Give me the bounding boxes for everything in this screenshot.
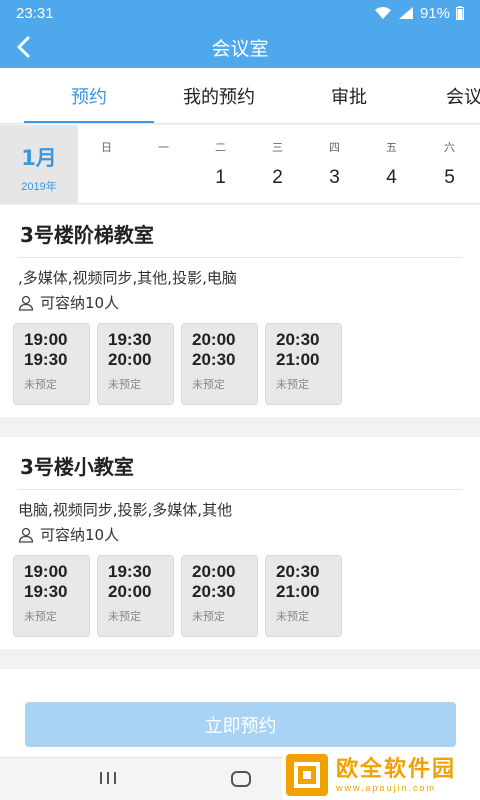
wifi-icon: [374, 6, 392, 20]
weekday-label: 六: [444, 141, 455, 154]
slot-end: 21:00: [276, 582, 320, 601]
slot-end: 20:30: [192, 350, 236, 369]
room-name: 3号楼阶梯教室: [20, 223, 154, 247]
slot-start: 19:30: [108, 330, 152, 349]
watermark-cn: 欧全软件园: [336, 757, 457, 782]
tab-my-reservations[interactable]: 我的预约: [154, 68, 284, 123]
slot-status: 未预定: [108, 610, 141, 623]
watermark: 欧全软件园 www.apoujin.com: [282, 750, 480, 800]
tab-meeting[interactable]: 会议: [414, 68, 480, 123]
weekday-label: 二: [215, 141, 226, 154]
recent-apps-icon[interactable]: [98, 770, 118, 790]
person-icon: [18, 527, 34, 543]
slot-status: 未预定: [24, 610, 57, 623]
book-now-button[interactable]: 立即预约: [25, 702, 456, 747]
room-card[interactable]: 3号楼小教室 电脑,视频同步,投影,多媒体,其他 可容纳10人 19:00 19…: [0, 437, 480, 649]
divider: [18, 257, 462, 258]
room-name: 3号楼小教室: [20, 455, 134, 479]
slot-status: 未预定: [276, 610, 309, 623]
divider: [18, 489, 462, 490]
slot-status: 未预定: [108, 378, 141, 391]
battery-icon: [456, 6, 464, 20]
weekday-label: 一: [158, 141, 169, 154]
home-icon[interactable]: [230, 770, 252, 792]
day-tue[interactable]: 二 1: [192, 125, 249, 204]
app-bar: 会议室: [0, 26, 480, 68]
slot-end: 19:30: [24, 350, 68, 369]
slot-start: 20:30: [276, 330, 320, 349]
day-thu[interactable]: 四 3: [306, 125, 363, 204]
slot-status: 未预定: [192, 610, 225, 623]
date-number: 5: [444, 167, 455, 188]
room-card[interactable]: 3号楼阶梯教室 ,多媒体,视频同步,其他,投影,电脑 可容纳10人 19:00 …: [0, 205, 480, 417]
time-slot[interactable]: 20:30 21:00 未预定: [265, 555, 342, 637]
slot-end: 20:00: [108, 582, 152, 601]
time-slot[interactable]: 20:00 20:30 未预定: [181, 555, 258, 637]
weekday-label: 四: [329, 141, 340, 154]
slot-start: 20:00: [192, 330, 236, 349]
time-slot[interactable]: 20:30 21:00 未预定: [265, 323, 342, 405]
tab-reserve[interactable]: 预约: [24, 68, 154, 123]
slot-start: 19:30: [108, 562, 152, 581]
room-capacity: 可容纳10人: [18, 292, 119, 313]
room-capacity: 可容纳10人: [18, 524, 119, 545]
weekday-label: 五: [386, 141, 397, 154]
person-icon: [18, 295, 34, 311]
day-fri[interactable]: 五 4: [363, 125, 420, 204]
day-mon[interactable]: 一: [135, 125, 192, 204]
status-time: 23:31: [16, 4, 54, 22]
date-number: [78, 167, 135, 189]
month-selector[interactable]: 1月 2019年: [0, 125, 78, 204]
date-number: 1: [215, 167, 226, 188]
slot-end: 21:00: [276, 350, 320, 369]
tab-indicator: [24, 121, 154, 123]
slot-start: 20:30: [276, 562, 320, 581]
watermark-en: www.apoujin.com: [336, 783, 437, 793]
back-button[interactable]: [8, 32, 38, 62]
watermark-logo-icon: [286, 754, 328, 796]
battery-percent: 91%: [419, 4, 450, 22]
slot-status: 未预定: [24, 378, 57, 391]
time-slot[interactable]: 19:30 20:00 未预定: [97, 555, 174, 637]
page-title: 会议室: [211, 37, 269, 60]
day-sun[interactable]: 日: [78, 125, 135, 204]
time-slot[interactable]: 19:00 19:30 未预定: [13, 555, 90, 637]
capacity-text: 可容纳10人: [40, 526, 120, 544]
status-bar: 23:31 91%: [0, 0, 480, 26]
date-number: 2: [272, 167, 283, 188]
weekday-label: 三: [272, 141, 283, 154]
signal-icon: [398, 6, 414, 20]
slot-start: 20:00: [192, 562, 236, 581]
tab-approval[interactable]: 审批: [284, 68, 414, 123]
slot-end: 19:30: [24, 582, 68, 601]
weekday-label: 日: [101, 141, 112, 154]
tab-bar: 预约 我的预约 审批 会议: [0, 68, 480, 124]
slot-end: 20:30: [192, 582, 236, 601]
slot-status: 未预定: [192, 378, 225, 391]
capacity-text: 可容纳10人: [40, 294, 120, 312]
slot-start: 19:00: [24, 330, 68, 349]
time-slot[interactable]: 19:00 19:30 未预定: [13, 323, 90, 405]
back-arrow-icon: [17, 36, 30, 58]
date-number: 4: [386, 167, 397, 188]
room-features: ,多媒体,视频同步,其他,投影,电脑: [18, 269, 237, 287]
time-slot[interactable]: 19:30 20:00 未预定: [97, 323, 174, 405]
room-features: 电脑,视频同步,投影,多媒体,其他: [18, 501, 233, 519]
slot-end: 20:00: [108, 350, 152, 369]
slot-start: 19:00: [24, 562, 68, 581]
month-label: 1月: [21, 146, 57, 170]
time-slot[interactable]: 20:00 20:30 未预定: [181, 323, 258, 405]
day-sat[interactable]: 六 5: [421, 125, 478, 204]
date-number: 3: [329, 167, 340, 188]
date-number: [135, 167, 192, 189]
year-label: 2019年: [21, 181, 57, 193]
watermark-text: 欧全软件园 www.apoujin.com: [336, 757, 456, 793]
day-wed[interactable]: 三 2: [249, 125, 306, 204]
calendar-strip: 1月 2019年 日 一 二 1 三 2 四 3 五 4 六 5: [0, 125, 480, 204]
slot-status: 未预定: [276, 378, 309, 391]
